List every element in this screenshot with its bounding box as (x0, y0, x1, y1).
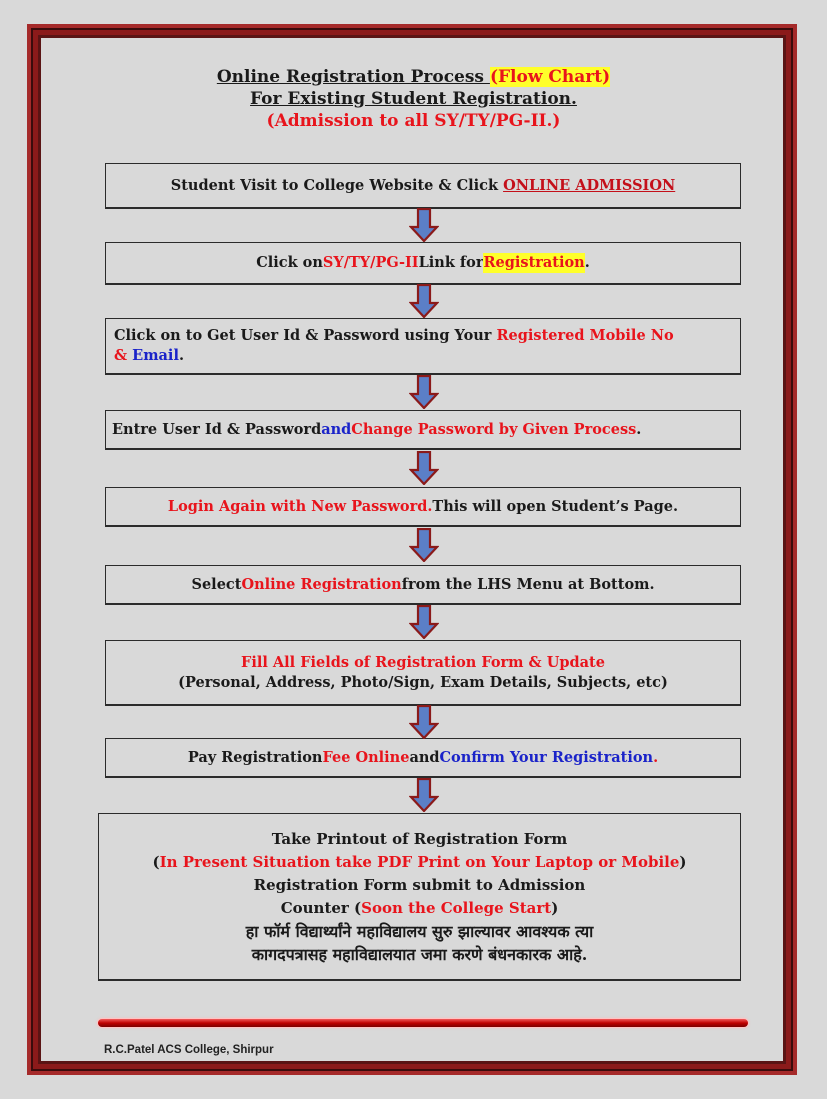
page-title: Online Registration Process (Flow Chart)… (0, 66, 827, 132)
flow-arrow-down-icon (409, 528, 439, 562)
step4-text-d: . (636, 420, 642, 438)
step-get-credentials: Click on to Get User Id & Password using… (105, 318, 741, 375)
step4-text-b: and (321, 420, 352, 438)
step2-text-e: . (584, 254, 590, 271)
step9-paren-close: ) (679, 852, 687, 871)
step6-text-a: Select (191, 575, 242, 593)
step3-text-a: Click on to Get User Id & Password using… (114, 327, 497, 344)
step-login-again: Login Again with New Password. This will… (105, 487, 741, 527)
step4-text-a: Entre User Id & Password (112, 420, 322, 438)
step-change-password: Entre User Id & Password and Change Pass… (105, 410, 741, 450)
step7-text-b: (Personal, Address, Photo/Sign, Exam Det… (178, 673, 668, 691)
step2-text-c: Link for (418, 254, 484, 271)
step9-paren-open: ( (152, 852, 160, 871)
footer-college-name: R.C.Patel ACS College, Shirpur (104, 1044, 274, 1056)
title-main: Online Registration Process (216, 67, 490, 87)
flow-arrow-down-icon (409, 778, 439, 812)
flow-arrow-down-icon (409, 284, 439, 318)
step8-text-c: and (409, 748, 440, 766)
step6-text-b: Online Registration (241, 575, 402, 593)
title-subtitle: For Existing Student Registration. (250, 89, 577, 109)
step8-text-b: Fee Online (322, 748, 410, 766)
step2-text-b: SY/TY/PG-II (322, 254, 419, 271)
flow-arrow-down-icon (409, 705, 439, 739)
step8-text-a: Pay Registration (187, 748, 323, 766)
step9-text-d1: Counter ( (280, 898, 362, 917)
step6-text-c: from the LHS Menu at Bottom. (401, 575, 655, 593)
step-visit-website: Student Visit to College Website & Click… (105, 163, 741, 209)
step3-text-c: & (114, 347, 128, 364)
step-fill-form: Fill All Fields of Registration Form & U… (105, 640, 741, 706)
step5-text-a: Login Again with New Password. (167, 497, 433, 515)
title-admission: (Admission to all SY/TY/PG-II.) (266, 111, 561, 131)
title-flowchart: (Flow Chart) (489, 67, 611, 87)
step5-text-b: This will open Student’s Page. (432, 497, 679, 515)
flow-arrow-down-icon (409, 208, 439, 242)
step-pay-fee: Pay Registration Fee Online and Confirm … (105, 738, 741, 778)
step9-marathi-line1: हा फॉर्म विद्यार्थ्यांने महाविद्यालय सुर… (245, 921, 594, 941)
step3-text-d: Email (127, 347, 179, 364)
step9-text-c: Registration Form submit to Admission (253, 875, 586, 894)
step9-text-b: In Present Situation take PDF Print on Y… (159, 852, 680, 871)
step-click-link: Click on SY/TY/PG-II Link for Registrati… (105, 242, 741, 285)
step2-text-a: Click on (256, 254, 323, 271)
flow-arrow-down-icon (409, 375, 439, 409)
step3-text-b: Registered Mobile No (496, 327, 674, 344)
step-take-printout: Take Printout of Registration Form (In P… (98, 813, 741, 981)
step2-text-d: Registration (483, 253, 585, 273)
decorative-divider (98, 1019, 748, 1027)
step3-text-e: . (178, 347, 185, 364)
online-admission-link[interactable]: ONLINE ADMISSION (503, 176, 675, 196)
flow-arrow-down-icon (409, 605, 439, 639)
step7-text-a: Fill All Fields of Registration Form & U… (241, 653, 605, 671)
step8-text-e: . (653, 748, 659, 766)
step9-text-a: Take Printout of Registration Form (271, 829, 568, 848)
step4-text-c: Change Password by Given Process (351, 420, 637, 438)
flow-arrow-down-icon (409, 451, 439, 485)
step-visit-text: Student Visit to College Website & Click (170, 176, 498, 194)
step9-text-d2: Soon the College Start (361, 898, 552, 917)
step8-text-d: Confirm Your Registration (439, 748, 654, 766)
step9-marathi-line2: कागदपत्रासह महाविद्यालयात जमा करणे बंधनक… (251, 944, 588, 964)
step-select-online-registration: Select Online Registration from the LHS … (105, 565, 741, 605)
step9-text-d3: ) (551, 898, 559, 917)
